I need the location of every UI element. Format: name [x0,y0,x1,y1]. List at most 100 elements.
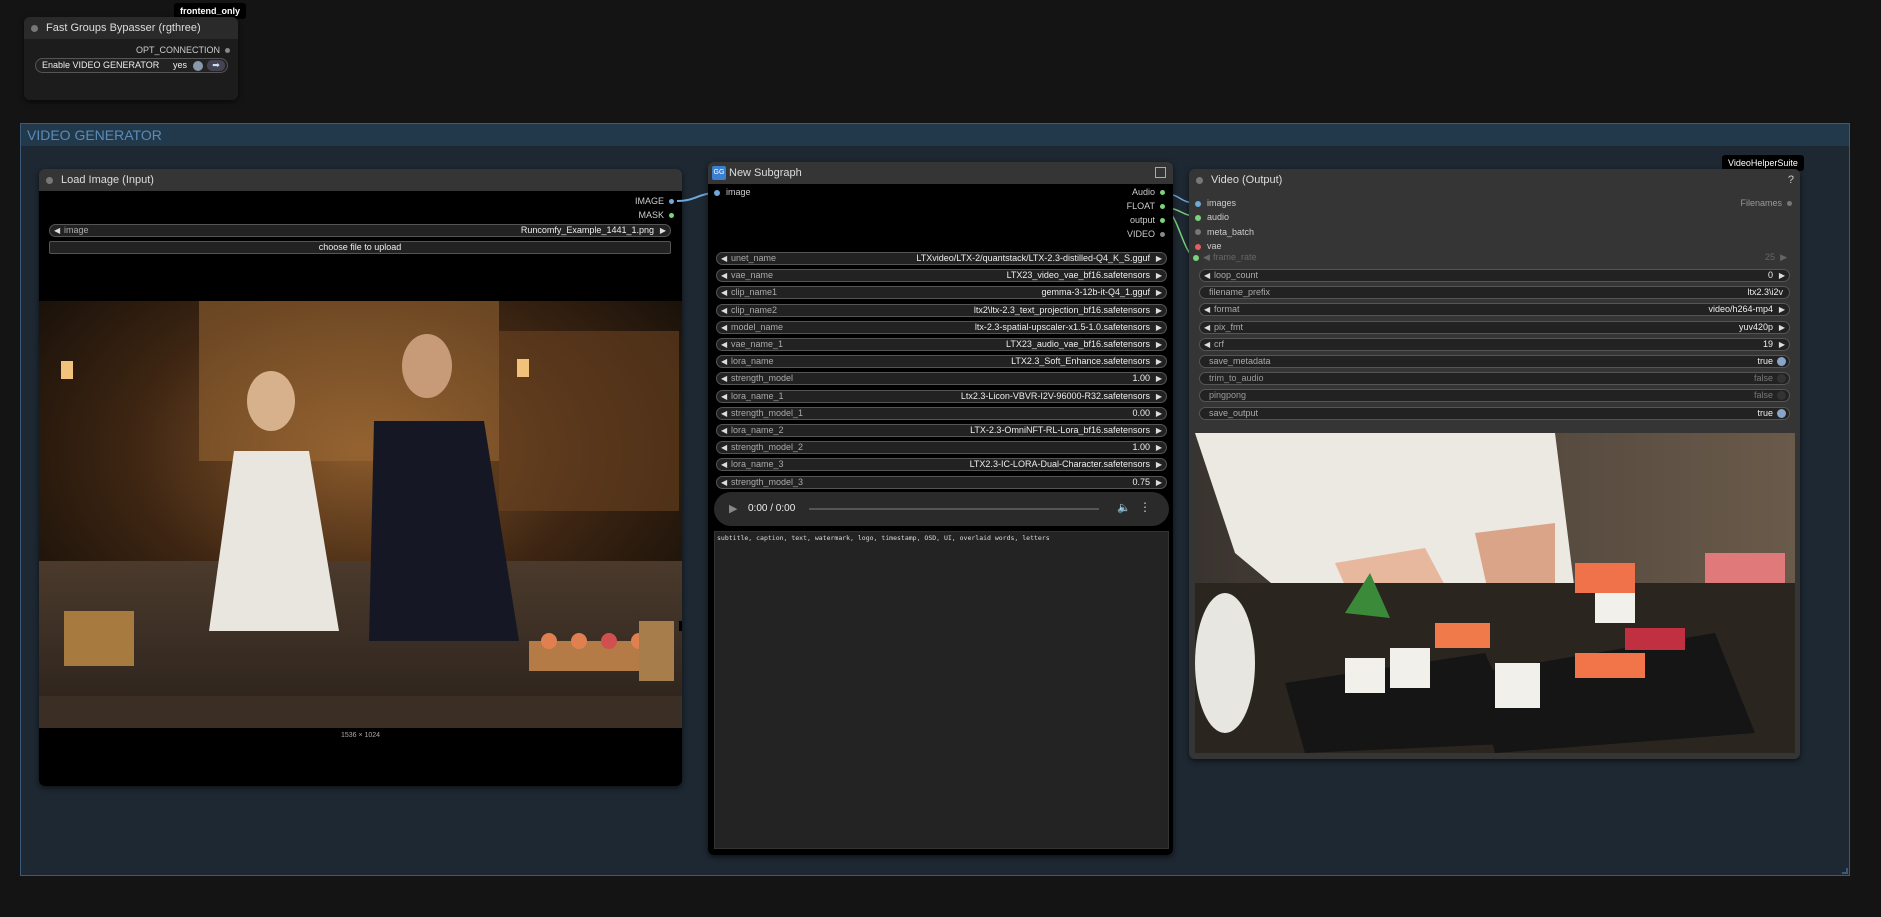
next-arrow-icon[interactable]: ▶ [1156,408,1162,419]
volume-icon[interactable]: 🔈 [1117,501,1131,514]
group-header[interactable]: VIDEO GENERATOR [21,124,1849,146]
video-output-slot[interactable]: VIDEO [1127,229,1165,239]
widget-clip-name2[interactable]: ◀ clip_name2 ltx2\ltx-2.3_text_projection_… [716,303,1167,317]
prev-arrow-icon[interactable]: ◀ [721,425,727,436]
frame-rate-input-dot-icon[interactable] [1193,255,1199,261]
prev-arrow-icon[interactable]: ◀ [721,287,727,298]
widget-vae-name[interactable]: ◀ vae_name LTX23_video_vae_bf16.safetensor… [716,269,1167,283]
output-dot-icon[interactable] [1787,201,1792,207]
next-arrow-icon[interactable]: ▶ [1156,253,1162,264]
negative-prompt-textarea[interactable]: subtitle, caption, text, watermark, logo… [714,531,1169,849]
next-arrow-icon[interactable]: ▶ [1156,459,1162,470]
toggle-dot-icon[interactable] [1777,408,1786,418]
next-arrow-icon[interactable]: ▶ [1156,391,1162,402]
prev-arrow-icon[interactable]: ◀ [1203,252,1210,263]
play-icon[interactable]: ▶ [729,502,737,515]
prev-arrow-icon[interactable]: ◀ [1204,339,1210,350]
subgraph-title-bar[interactable]: GG New Subgraph [708,162,1173,184]
vae-input[interactable]: vae [1195,241,1222,251]
prev-arrow-icon[interactable]: ◀ [721,459,727,470]
audio-player[interactable]: ▶ 0:00 / 0:00 🔈 ⋮ [714,492,1169,526]
load-image-title-bar[interactable]: Load Image (Input) [39,169,682,191]
bypasser-title-bar[interactable]: Fast Groups Bypasser (rgthree) [24,17,238,39]
fast-groups-bypasser-node[interactable]: Fast Groups Bypasser (rgthree) OPT_CONNE… [24,17,238,100]
prev-arrow-icon[interactable]: ◀ [721,305,727,316]
toggle-dot-icon[interactable] [1777,357,1786,366]
widget-vae-name-1[interactable]: ◀ vae_name_1 LTX23_audio_vae_bf16.safetens… [716,338,1167,351]
prev-arrow-icon[interactable]: ◀ [721,270,727,281]
help-icon[interactable]: ? [1788,169,1794,191]
mask-output[interactable]: MASK [638,210,674,220]
next-arrow-icon[interactable]: ▶ [1780,252,1787,263]
widget-filename-prefix[interactable]: filename_prefix ltx2.3\i2v [1199,286,1790,300]
widget-strength-model-2[interactable]: ◀ strength_model_2 1.00 ▶ [716,441,1167,455]
audio-output[interactable]: Audio [1132,187,1165,197]
output-dot-icon[interactable] [1160,218,1165,224]
next-arrow-icon[interactable]: ▶ [1779,304,1785,315]
enable-video-generator-toggle[interactable]: Enable VIDEO GENERATOR yes ➡ [35,58,228,73]
group-resize-handle[interactable] [1842,868,1848,874]
expand-icon[interactable] [1155,167,1166,178]
prev-arrow-icon[interactable]: ◀ [1204,322,1210,333]
widget-strength-model-1[interactable]: ◀ strength_model_1 0.00 ▶ [716,406,1167,420]
toggle-dot-icon[interactable] [193,61,203,71]
widget-crf[interactable]: ◀ crf 19 ▶ [1199,337,1790,351]
collapse-dot-icon[interactable] [1196,177,1203,184]
widget-strength-model[interactable]: ◀ strength_model 1.00 ▶ [716,372,1167,386]
more-options-icon[interactable]: ⋮ [1139,500,1151,514]
widget-lora-name-2[interactable]: ◀ lora_name_2 LTX-2.3-OmniNFT-RL-Lora_bf16… [716,424,1167,437]
next-arrow-icon[interactable]: ▶ [1156,442,1162,453]
prev-arrow-icon[interactable]: ◀ [721,322,727,333]
audio-input[interactable]: audio [1195,212,1229,222]
meta-batch-input[interactable]: meta_batch [1195,227,1254,237]
next-arrow-icon[interactable]: ▶ [1156,287,1162,298]
output-dot-icon[interactable] [1160,204,1165,210]
next-arrow-icon[interactable]: ▶ [660,225,666,236]
image-input[interactable]: image [714,187,751,197]
prev-arrow-icon[interactable]: ◀ [721,253,727,264]
widget-lora-name-3[interactable]: ◀ lora_name_3 LTX2.3-IC-LORA-Dual-Characte… [716,458,1167,472]
new-subgraph-node[interactable]: GG New Subgraph image Audio FLOAT output… [708,162,1173,855]
mask-output-dot-icon[interactable] [669,213,674,219]
next-arrow-icon[interactable]: ▶ [1779,322,1785,333]
image-output-dot-icon[interactable] [669,199,674,205]
prev-arrow-icon[interactable]: ◀ [54,225,60,236]
video-output-title-bar[interactable]: Video (Output) ? [1189,169,1800,191]
float-output[interactable]: FLOAT [1127,201,1165,211]
widget-unet-name[interactable]: ◀ unet_name LTXvideo/LTX-2/quantstack/LTX-… [716,252,1167,265]
widget-strength-model-3[interactable]: ◀ strength_model_3 0.75 ▶ [716,475,1167,489]
prev-arrow-icon[interactable]: ◀ [721,442,727,453]
widget-trim-to-audio[interactable]: trim_to_audio false [1199,372,1790,386]
widget-pix-fmt[interactable]: ◀ pix_fmt yuv420p ▶ [1199,320,1790,334]
prev-arrow-icon[interactable]: ◀ [1204,270,1210,281]
next-arrow-icon[interactable]: ▶ [1156,322,1162,333]
toggle-dot-icon[interactable] [1777,391,1786,401]
image-select-combo[interactable]: ◀ image Runcomfy_Example_1441_1.png ▶ [49,224,671,237]
image-output[interactable]: IMAGE [635,196,674,206]
images-input[interactable]: images [1195,198,1236,208]
widget-lora-name[interactable]: ◀ lora_name LTX2.3_Soft_Enhance.safetensor… [716,355,1167,369]
navigate-arrow-icon[interactable]: ➡ [207,60,225,71]
prev-arrow-icon[interactable]: ◀ [721,477,727,488]
next-arrow-icon[interactable]: ▶ [1156,305,1162,316]
video-output-node[interactable]: Video (Output) ? images audio meta_batchva… [1189,169,1800,759]
audio-progress-bar[interactable] [809,508,1099,510]
toggle-dot-icon[interactable] [1777,374,1786,384]
input-dot-icon[interactable] [1195,200,1201,207]
collapse-dot-icon[interactable] [46,177,53,184]
widget-save-metadata[interactable]: save_metadata true [1199,355,1790,368]
next-arrow-icon[interactable]: ▶ [1156,373,1162,384]
next-arrow-icon[interactable]: ▶ [1156,339,1162,350]
output-dot-icon[interactable] [1160,232,1165,238]
widget-model-name[interactable]: ◀ model_name ltx-2.3-spatial-upscaler-x1.5… [716,320,1167,334]
load-image-node[interactable]: Load Image (Input) IMAGE MASK ◀ image Ru… [39,169,682,786]
next-arrow-icon[interactable]: ▶ [1156,270,1162,281]
output-dot-icon[interactable] [1160,190,1165,196]
input-dot-icon[interactable] [1195,229,1201,236]
next-arrow-icon[interactable]: ▶ [1779,270,1785,281]
prev-arrow-icon[interactable]: ◀ [721,391,727,402]
output-output[interactable]: output [1130,215,1165,225]
prev-arrow-icon[interactable]: ◀ [721,356,727,367]
filenames-output[interactable]: Filenames [1740,198,1792,208]
input-dot-icon[interactable] [1195,243,1201,250]
